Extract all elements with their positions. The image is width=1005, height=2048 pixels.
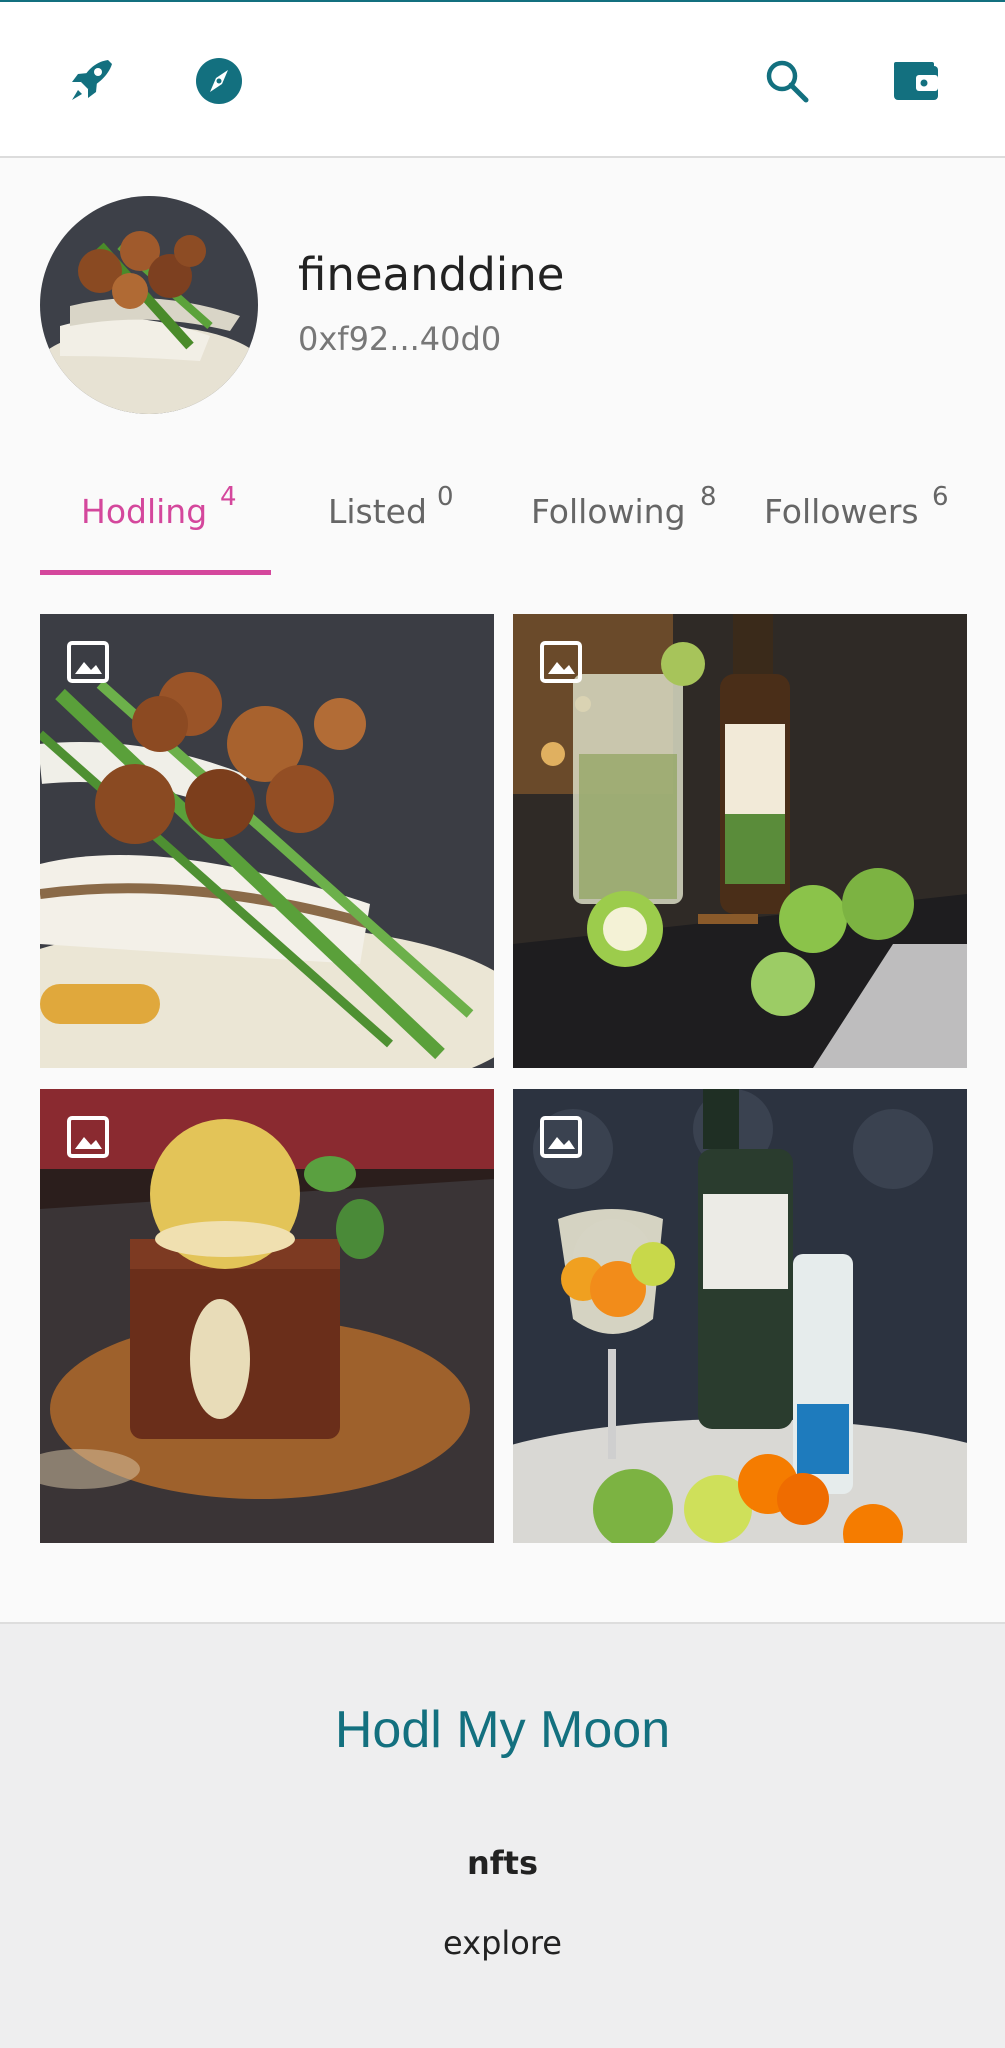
footer-link-nfts[interactable]: nfts [0, 1844, 1005, 1882]
wallet-icon[interactable] [886, 52, 944, 110]
tab-following[interactable]: Following 8 [510, 470, 735, 580]
tab-count: 6 [932, 482, 949, 512]
profile-tabs: Hodling 4 Listed 0 Following 8 Followers… [0, 470, 1005, 580]
footer-link-explore[interactable]: explore [0, 1924, 1005, 1962]
tab-label: Followers [764, 492, 919, 531]
image-icon [539, 1115, 583, 1159]
image-icon [66, 1115, 110, 1159]
nft-card[interactable] [40, 1089, 494, 1543]
tab-listed[interactable]: Listed 0 [290, 470, 490, 580]
image-icon [66, 640, 110, 684]
tab-count: 4 [220, 482, 237, 512]
tab-label: Following [531, 492, 686, 531]
tab-count: 0 [437, 482, 454, 512]
profile-username: fineanddine [298, 248, 565, 301]
tab-label: Hodling [81, 492, 208, 531]
active-tab-indicator [40, 570, 271, 575]
nft-card[interactable] [513, 1089, 967, 1543]
footer-brand[interactable]: Hodl My Moon [0, 1700, 1005, 1760]
wallet-address[interactable]: 0xf92...40d0 [298, 320, 501, 358]
rocket-icon[interactable] [64, 52, 122, 110]
avatar [40, 196, 258, 414]
top-app-bar [0, 0, 1005, 158]
compass-icon[interactable] [190, 52, 248, 110]
tab-followers[interactable]: Followers 6 [745, 470, 985, 580]
tab-label: Listed [328, 492, 427, 531]
nft-card[interactable] [40, 614, 494, 1068]
footer: Hodl My Moon nfts explore [0, 1622, 1005, 2048]
nft-card[interactable] [513, 614, 967, 1068]
search-icon[interactable] [758, 52, 816, 110]
image-icon [539, 640, 583, 684]
tab-hodling[interactable]: Hodling 4 [40, 470, 271, 580]
tab-count: 8 [700, 482, 717, 512]
